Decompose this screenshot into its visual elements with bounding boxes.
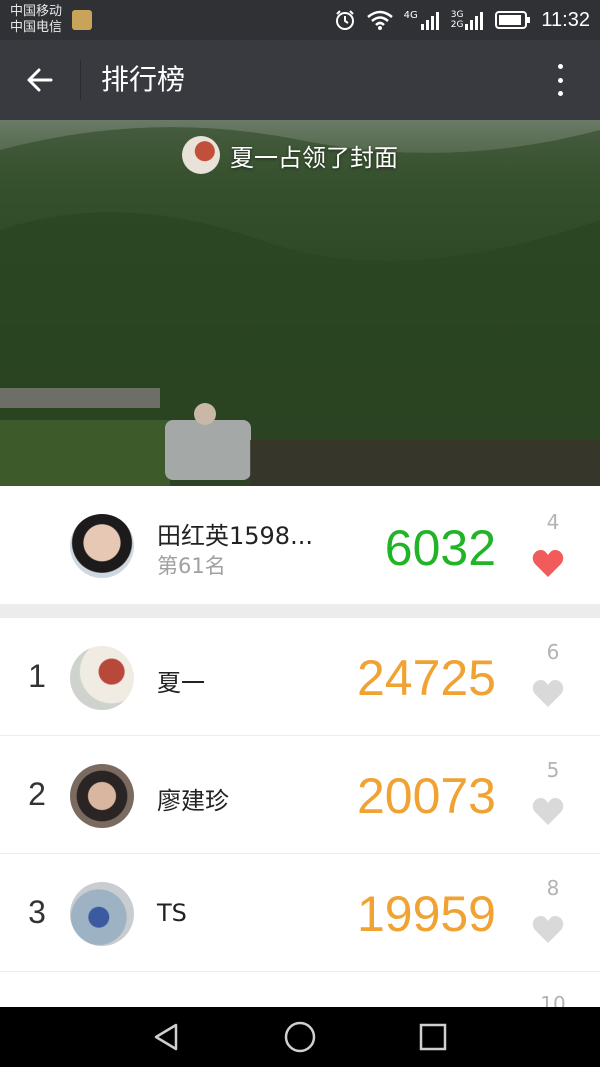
heart-icon[interactable]: [532, 796, 564, 826]
list-item[interactable]: 1 夏一 24725 6: [0, 618, 600, 736]
cover-scenery: [0, 127, 600, 486]
like-count: 8: [546, 876, 560, 900]
signal-bars-icon-2: [465, 12, 484, 30]
heart-icon[interactable]: [532, 914, 564, 944]
cover-owner-avatar: [182, 136, 220, 174]
clock: 11:32: [541, 8, 590, 31]
more-button[interactable]: [550, 62, 570, 98]
signal-bars-icon: [420, 12, 439, 30]
cover-caption: 夏一占领了封面: [182, 136, 398, 174]
circle-home-icon: [284, 1021, 316, 1053]
carrier-1: 中国移动: [10, 4, 63, 19]
nav-recents-button[interactable]: [415, 1019, 451, 1055]
like-count: 5: [546, 758, 560, 782]
carrier-2: 中国电信: [10, 20, 63, 35]
status-icons: 4G 3G 2G 11:32: [334, 0, 590, 40]
rank-number: 2: [28, 776, 46, 812]
ranking-list: 1 夏一 24725 6 2 廖建珍 20073 5 3 TS 19959 8 …: [0, 618, 600, 1016]
more-dot: [557, 91, 563, 96]
back-button[interactable]: [18, 58, 62, 102]
cover-image[interactable]: 夏一占领了封面: [0, 120, 600, 486]
user-name: TS: [157, 899, 187, 927]
list-item[interactable]: 2 廖建珍 20073 5: [0, 736, 600, 854]
signal-3g2g: 3G 2G: [451, 10, 486, 30]
rank-number: 3: [28, 894, 46, 930]
toolbar-divider: [80, 60, 81, 100]
user-name: 夏一: [157, 669, 205, 697]
toolbar: 排行榜: [0, 40, 600, 120]
avatar[interactable]: [70, 882, 134, 946]
avatar[interactable]: [70, 514, 134, 578]
battery-icon: [495, 11, 531, 29]
triangle-back-icon: [154, 1023, 178, 1051]
more-vertical-icon: [557, 64, 563, 69]
wifi-icon: [366, 10, 393, 30]
signal-4g: 4G: [404, 10, 441, 30]
page-title: 排行榜: [101, 63, 186, 96]
my-rank-text: 第61名: [157, 554, 226, 578]
notification-app-icon: [72, 10, 92, 30]
heart-icon[interactable]: [532, 678, 564, 708]
status-bar: 中国移动 中国电信 4G 3G 2G 11:32: [0, 0, 600, 40]
more-dot: [557, 77, 563, 83]
list-item[interactable]: 3 TS 19959 8: [0, 854, 600, 972]
step-count: 19959: [356, 886, 496, 942]
avatar[interactable]: [70, 646, 134, 710]
section-divider: [0, 604, 600, 618]
cover-caption-text: 夏一占领了封面: [230, 143, 398, 172]
navigation-bar: [0, 1007, 600, 1067]
my-rank-row[interactable]: 田红英1598... 第61名 6032 4: [0, 486, 600, 604]
my-steps: 6032: [384, 520, 496, 576]
my-name: 田红英1598...: [157, 522, 313, 550]
step-count: 24725: [356, 650, 496, 706]
nav-home-button[interactable]: [282, 1019, 318, 1055]
alarm-icon: [335, 10, 354, 30]
user-name: 廖建珍: [157, 787, 229, 815]
rank-number: 1: [28, 658, 46, 694]
like-count: 6: [546, 640, 560, 664]
network-2g-label: 2G: [450, 20, 464, 30]
square-recents-icon: [419, 1023, 447, 1051]
network-labels: 3G 2G: [451, 10, 464, 30]
my-like-count: 4: [546, 510, 560, 534]
network-4g-label: 4G: [403, 10, 418, 21]
nav-back-button[interactable]: [148, 1019, 184, 1055]
arrow-left-icon: [27, 68, 53, 92]
heart-icon[interactable]: [532, 548, 564, 578]
network-3g-label: 3G: [450, 10, 464, 20]
avatar[interactable]: [70, 764, 134, 828]
list-item[interactable]: 10: [0, 972, 600, 1016]
step-count: 20073: [356, 768, 496, 824]
carrier-info: 中国移动 中国电信: [10, 4, 62, 36]
